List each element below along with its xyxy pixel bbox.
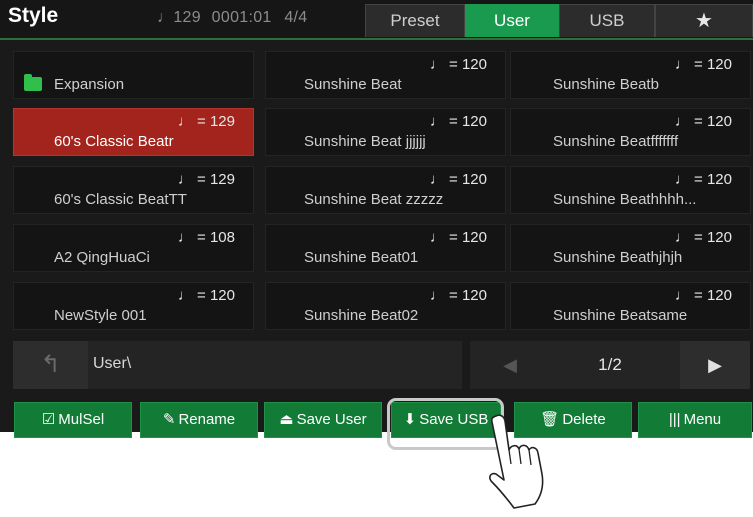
list-item[interactable]: ♩ = 120 Sunshine Beat jjjjjj (265, 108, 506, 156)
multi-select-icon: ☑ (41, 411, 56, 428)
list-item-label: Sunshine Beat (304, 76, 402, 93)
bottom-toolbar: ☑ MulSel ✎ Rename ⏏ Save User ⬇ Save USB 🗑 De… (0, 396, 753, 438)
folder-icon (24, 74, 42, 91)
list-item[interactable]: ♩ = 120 Sunshine Beathjhjh (510, 224, 751, 272)
button-label: MulSel (58, 411, 105, 428)
tempo-label: ♩ = 120 (429, 113, 487, 130)
list-item-label: Sunshine Beatb (553, 76, 659, 93)
tab-favorites[interactable]: ★ (655, 4, 753, 37)
list-item-label: Sunshine Beat02 (304, 307, 419, 324)
page-title: Style (8, 4, 59, 27)
list-item-selected[interactable]: ♩ = 129 60's Classic Beatr (13, 108, 254, 156)
list-item[interactable]: ♩ = 120 Sunshine Beatb (510, 51, 751, 99)
tempo-label: ♩ = 120 (429, 56, 487, 73)
list-item[interactable]: ♩ = 120 NewStyle 001 (13, 282, 254, 330)
current-path: User\ (93, 355, 132, 372)
list-item-label: 60's Classic Beatr (54, 133, 174, 150)
pager: ◀ 1/2 ▶ (470, 341, 750, 389)
list-item-label: Sunshine Beatsame (553, 307, 688, 324)
time-signature: 4/4 (284, 9, 308, 26)
button-label: Menu (683, 411, 722, 428)
tab-usb[interactable]: USB (559, 4, 655, 37)
pointing-hand-icon (489, 414, 544, 509)
rename-button[interactable]: ✎ Rename (140, 402, 258, 438)
tempo-note-icon: ♩ (157, 9, 174, 26)
rename-pen-icon: ✎ (162, 411, 176, 428)
menu-button[interactable]: ||| Menu (638, 402, 752, 438)
style-screen: Style ♩129 0001:01 4/4 Preset User USB ★… (0, 0, 753, 438)
triangle-right-icon: ▶ (708, 355, 722, 375)
tempo-label: ♩ = 129 (177, 113, 235, 130)
list-item[interactable]: ♩ = 120 Sunshine Beatfffffff (510, 108, 751, 156)
list-item[interactable]: ♩ = 120 Sunshine Beat zzzzz (265, 166, 506, 214)
list-item[interactable]: ♩ = 108 A2 QingHuaCi (13, 224, 254, 272)
tempo-label: ♩ = 120 (674, 229, 732, 246)
save-user-button[interactable]: ⏏ Save User (264, 402, 382, 438)
button-label: Rename (178, 411, 236, 428)
page-indicator: 1/2 (598, 355, 622, 374)
list-item-label: Sunshine Beathjhjh (553, 249, 683, 266)
back-button[interactable]: ↰ (13, 341, 88, 389)
measure-position: 0001:01 (211, 9, 272, 26)
tempo-label: ♩ = 120 (429, 171, 487, 188)
tempo-label: ♩ = 120 (674, 287, 732, 304)
next-page-button[interactable]: ▶ (680, 341, 750, 389)
header-bar: Style ♩129 0001:01 4/4 Preset User USB ★ (0, 0, 753, 40)
tempo-label: ♩ = 120 (429, 229, 487, 246)
tempo-label: ♩ = 120 (674, 171, 732, 188)
previous-page-button[interactable]: ◀ (470, 341, 550, 389)
list-item[interactable]: ♩ = 120 Sunshine Beat01 (265, 224, 506, 272)
list-item[interactable]: ♩ = 120 Sunshine Beatsame (510, 282, 751, 330)
list-item-label: 60's Classic BeatTT (54, 191, 187, 208)
list-item[interactable]: ♩ = 129 60's Classic BeatTT (13, 166, 254, 214)
mulsel-button[interactable]: ☑ MulSel (14, 402, 132, 438)
status-readout: ♩129 0001:01 4/4 (157, 9, 308, 27)
triangle-left-icon: ◀ (503, 355, 517, 375)
button-label: Save User (296, 411, 367, 428)
list-item-label: A2 QingHuaCi (54, 249, 150, 266)
tempo-value: 129 (173, 9, 201, 26)
list-item[interactable]: ♩ = 120 Sunshine Beat02 (265, 282, 506, 330)
list-item[interactable]: ♩ = 120 Sunshine Beathhhh... (510, 166, 751, 214)
list-item-label: Sunshine Beathhhh... (553, 191, 697, 208)
star-icon: ★ (695, 10, 713, 32)
list-item-label: Sunshine Beatfffffff (553, 133, 679, 150)
tempo-label: ♩ = 108 (177, 229, 235, 246)
back-arrow-icon: ↰ (40, 351, 61, 378)
list-item[interactable]: ♩ = 120 Sunshine Beat (265, 51, 506, 99)
tab-user[interactable]: User (465, 4, 559, 37)
list-item-label: Sunshine Beat01 (304, 249, 419, 266)
menu-bars-icon: ||| (668, 411, 681, 428)
tempo-label: ♩ = 120 (674, 113, 732, 130)
list-item-label: Sunshine Beat jjjjjj (304, 133, 426, 150)
save-user-icon: ⏏ (279, 411, 294, 428)
tempo-label: ♩ = 129 (177, 171, 235, 188)
button-label: Delete (562, 411, 606, 428)
list-item-folder-expansion[interactable]: Expansion (13, 51, 254, 99)
path-bar: ↰ User\ (13, 341, 462, 389)
tempo-label: ♩ = 120 (177, 287, 235, 304)
list-item-label: NewStyle 001 (54, 307, 147, 324)
tempo-label: ♩ = 120 (674, 56, 732, 73)
list-item-label: Expansion (54, 76, 125, 93)
list-item-label: Sunshine Beat zzzzz (304, 191, 444, 208)
tab-preset[interactable]: Preset (365, 4, 465, 37)
tempo-label: ♩ = 120 (429, 287, 487, 304)
